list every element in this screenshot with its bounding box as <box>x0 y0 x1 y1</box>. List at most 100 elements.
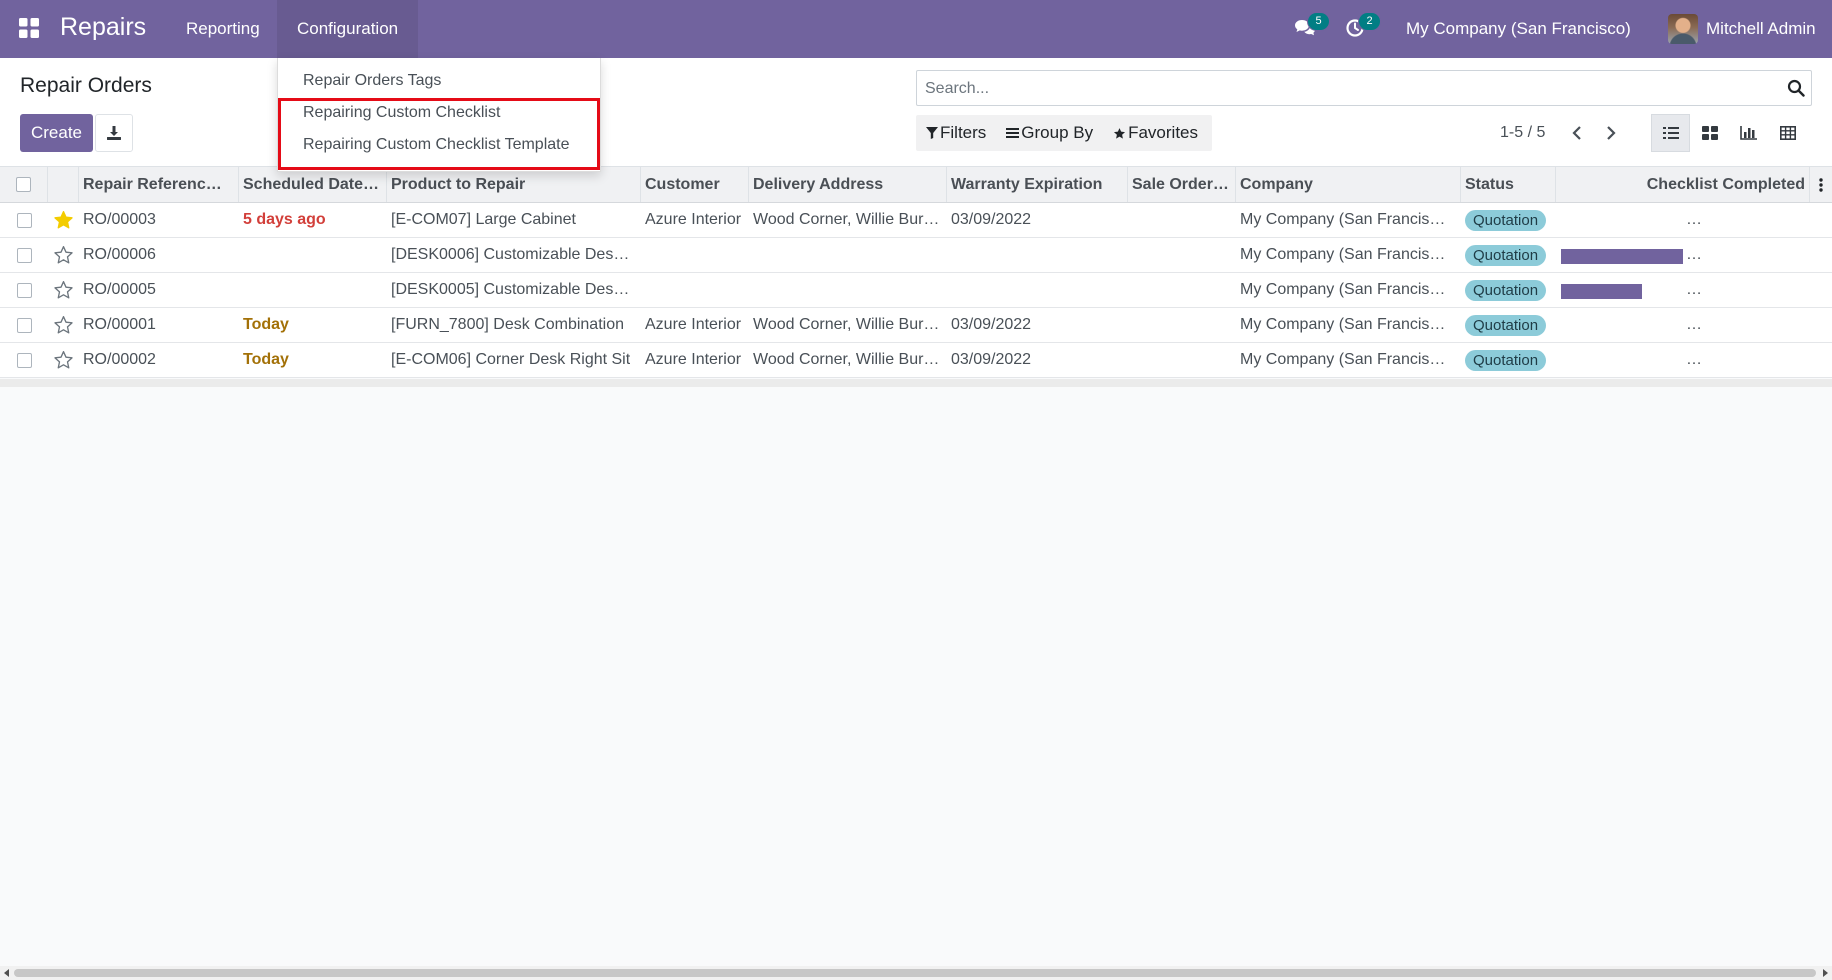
scroll-right-icon[interactable] <box>1820 968 1830 978</box>
row-ellipsis-cell: … <box>1686 351 1702 368</box>
favorites-toggle[interactable]: Favorites <box>1103 115 1208 151</box>
star-outline-icon[interactable] <box>53 350 74 370</box>
star-filled-icon[interactable] <box>53 210 74 230</box>
activities-button[interactable]: 2 <box>1345 13 1380 40</box>
vertical-dots-icon <box>1819 177 1823 192</box>
select-all-checkbox[interactable] <box>16 177 31 192</box>
row-checkbox[interactable] <box>16 317 32 333</box>
apps-menu-icon[interactable] <box>18 17 42 41</box>
repair-reference-cell-text: RO/00001 <box>83 316 156 333</box>
column-scheduled-date[interactable]: Scheduled Date… <box>239 167 387 202</box>
warranty-cell-text: 03/09/2022 <box>951 211 1032 228</box>
groupby-toggle[interactable]: Group By <box>996 115 1103 151</box>
scheduled-date-cell: Today <box>239 343 387 377</box>
pager-next[interactable] <box>1598 120 1624 146</box>
horizontal-scrollbar[interactable] <box>0 966 1832 980</box>
search-input[interactable] <box>923 71 1767 107</box>
menu-item-repairing-custom-checklist-template[interactable]: Repairing Custom Checklist Template <box>278 130 600 160</box>
row-checkbox[interactable] <box>16 352 32 368</box>
column-product[interactable]: Product to Repair <box>387 167 641 202</box>
warranty-cell: 03/09/2022 <box>947 343 1128 377</box>
row-checkbox[interactable] <box>16 247 32 263</box>
export-button[interactable] <box>95 114 133 152</box>
warranty-cell-text: 03/09/2022 <box>951 351 1032 368</box>
status-cell: Quotation <box>1461 343 1556 377</box>
search-icon[interactable] <box>1787 79 1805 97</box>
view-switcher <box>1651 114 1807 152</box>
kanban-view-button[interactable] <box>1690 114 1729 152</box>
table-row[interactable]: RO/00002 Today [E-COM06] Corner Desk Right… <box>0 343 1832 378</box>
table-header: Repair Referenc… Scheduled Date… Product… <box>0 167 1832 203</box>
checklist-progress-cell <box>1556 238 1686 272</box>
company-switcher[interactable]: My Company (San Francisco) <box>1406 19 1631 39</box>
column-repair-reference[interactable]: Repair Referenc… <box>79 167 239 202</box>
product-cell: [E-COM06] Corner Desk Right Sit <box>387 343 641 377</box>
optional-columns-toggle[interactable] <box>1810 167 1832 202</box>
delivery-address-cell-text: Wood Corner, Willie Bur… <box>753 351 940 368</box>
menu-reporting[interactable]: Reporting <box>166 0 280 58</box>
column-sale-order[interactable]: Sale Order… <box>1128 167 1236 202</box>
table-row[interactable]: RO/00001 Today [FURN_7800] Desk Combinatio… <box>0 308 1832 343</box>
column-warranty[interactable]: Warranty Expiration <box>947 167 1128 202</box>
user-name: Mitchell Admin <box>1706 19 1816 38</box>
sale-order-cell <box>1128 203 1236 237</box>
checklist-progress-bar <box>1561 284 1683 299</box>
create-button[interactable]: Create <box>20 114 93 152</box>
scroll-left-icon[interactable] <box>2 968 12 978</box>
pivot-view-button[interactable] <box>1768 114 1807 152</box>
pager-previous[interactable] <box>1564 120 1590 146</box>
list-view-button[interactable] <box>1651 114 1690 152</box>
repair-reference-cell-text: RO/00002 <box>83 351 156 368</box>
header-select-all-cell <box>0 167 48 202</box>
customer-cell <box>641 273 749 307</box>
star-outline-icon[interactable] <box>53 245 74 265</box>
column-company[interactable]: Company <box>1236 167 1461 202</box>
product-cell: [FURN_7800] Desk Combination <box>387 308 641 342</box>
row-ellipsis-cell: … <box>1686 211 1702 228</box>
messages-badge: 5 <box>1308 13 1329 30</box>
column-delivery-address[interactable]: Delivery Address <box>749 167 947 202</box>
scrollbar-thumb[interactable] <box>14 969 1816 977</box>
status-cell: Quotation <box>1461 203 1556 237</box>
pager-value[interactable]: 1-5 / 5 <box>1500 124 1545 142</box>
customer-cell: Azure Interior <box>641 308 749 342</box>
menu-configuration[interactable]: Configuration <box>277 0 419 58</box>
page-title[interactable]: Repair Orders <box>20 74 152 98</box>
company-cell-text: My Company (San Francis… <box>1240 316 1446 333</box>
star-outline-icon[interactable] <box>53 280 74 300</box>
messages-button[interactable]: 5 <box>1294 13 1329 40</box>
column-status[interactable]: Status <box>1461 167 1556 202</box>
row-checkbox[interactable] <box>16 212 32 228</box>
filters-toggle[interactable]: Filters <box>916 115 996 151</box>
table-row[interactable]: RO/00005 [DESK0005] Customizable Des… My C… <box>0 273 1832 308</box>
header-priority <box>48 167 79 202</box>
row-select-cell <box>0 238 48 272</box>
column-customer[interactable]: Customer <box>641 167 749 202</box>
graph-view-button[interactable] <box>1729 114 1768 152</box>
priority-star-cell[interactable] <box>48 343 79 377</box>
priority-star-cell[interactable] <box>48 238 79 272</box>
filters-label: Filters <box>940 123 987 142</box>
priority-star-cell[interactable] <box>48 273 79 307</box>
user-menu[interactable]: Mitchell Admin <box>1668 13 1816 45</box>
company-cell: My Company (San Francis… <box>1236 273 1461 307</box>
star-outline-icon[interactable] <box>53 315 74 335</box>
warranty-cell <box>947 273 1128 307</box>
priority-star-cell[interactable] <box>48 308 79 342</box>
repair-reference-cell-text: RO/00003 <box>83 211 156 228</box>
company-cell-text: My Company (San Francis… <box>1240 211 1446 228</box>
table-row[interactable]: RO/00003 5 days ago [E-COM07] Large Cabine… <box>0 203 1832 238</box>
column-checklist-completed[interactable]: Checklist Completed <box>1556 167 1810 202</box>
app-brand[interactable]: Repairs <box>60 13 146 42</box>
row-checkbox[interactable] <box>16 282 32 298</box>
table-icon <box>1779 126 1796 140</box>
table-row[interactable]: RO/00006 [DESK0006] Customizable Des… My C… <box>0 238 1832 273</box>
menu-item-repairing-custom-checklist[interactable]: Repairing Custom Checklist <box>278 98 600 128</box>
priority-star-cell[interactable] <box>48 203 79 237</box>
filter-icon <box>926 127 938 139</box>
scheduled-date-cell <box>239 238 387 272</box>
status-badge: Quotation <box>1465 349 1547 371</box>
checklist-progress-cell <box>1556 308 1686 342</box>
scheduled-date-cell-text: 5 days ago <box>243 211 326 228</box>
menu-item-repair-orders-tags[interactable]: Repair Orders Tags <box>278 66 600 96</box>
